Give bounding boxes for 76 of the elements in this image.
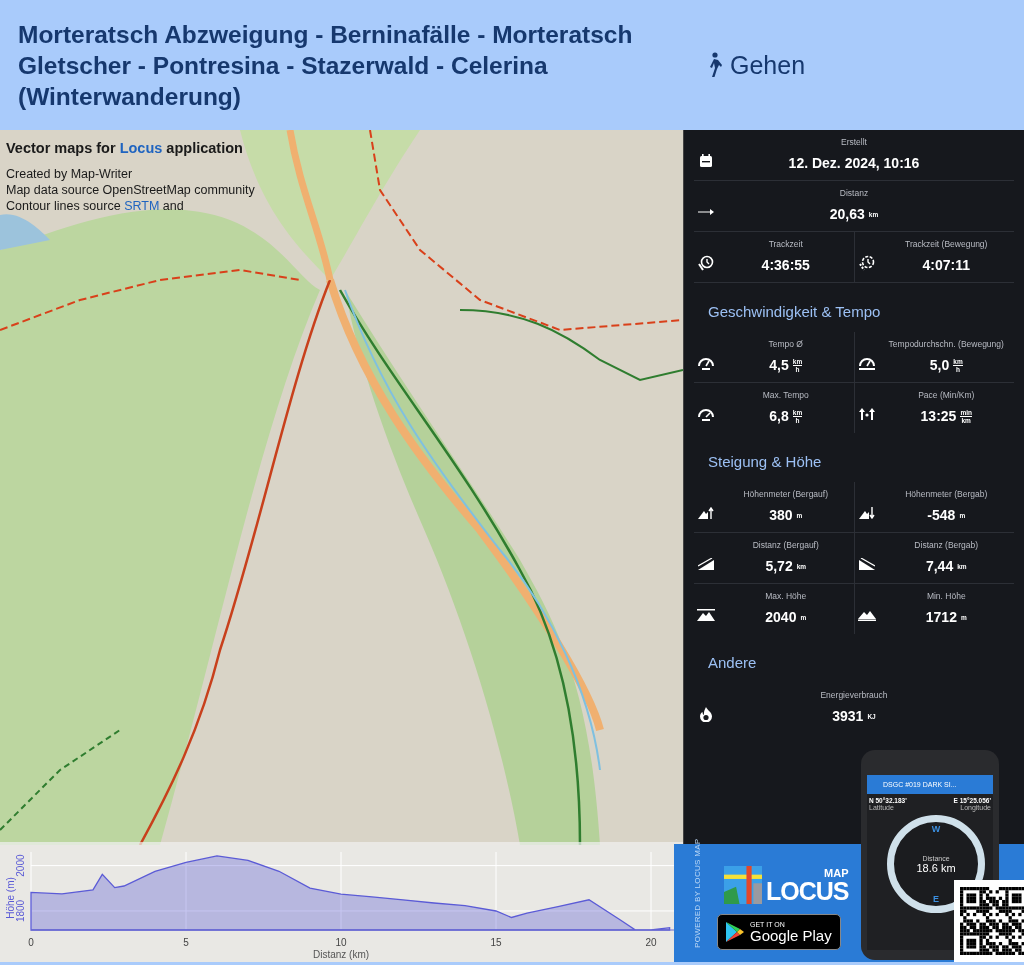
map-attribution-line: Map data source OpenStreetMap community: [6, 182, 255, 198]
stat-value: -548: [927, 507, 956, 523]
logo-wordmark: LOCUS: [766, 879, 849, 904]
x-axis-title: Distanz (km): [312, 949, 370, 960]
stat-label: Erstellt: [841, 137, 867, 147]
stat-label: Distanz (Bergauf): [752, 540, 819, 550]
stat-label: Höhenmeter (Bergauf): [743, 489, 829, 499]
section-heading: Geschwindigkeit & Tempo: [707, 302, 882, 322]
stat-label: Trackzeit (Bewegung): [905, 239, 988, 249]
track-title: Morteratsch Abzweigung - Berninafälle - Morteratsch Gletscher - Pontresina - Stazerwald - Celerina (Winterwanderung): [18, 19, 634, 112]
stat-label: Höhenmeter (Bergab): [905, 489, 988, 499]
store-badge-name: Google Play: [750, 928, 832, 943]
activity-type: Gehen: [730, 50, 806, 80]
y-tick-label: 1800: [15, 899, 26, 923]
map-attribution-heading: Vector maps for Locus application: [6, 140, 244, 156]
stat-label: Distanz: [839, 188, 869, 198]
stat-label: Min. Höhe: [926, 591, 966, 601]
stat-value: 2040: [765, 609, 797, 625]
mountain-up-arrow-icon: [698, 507, 714, 519]
stat-value: 13:25: [920, 408, 957, 424]
stat-label: Distanz (Bergab): [914, 540, 979, 550]
stat-label: Max. Tempo: [762, 390, 809, 400]
map-puzzle-logo-icon: [724, 866, 762, 904]
section-heading: Andere: [707, 653, 758, 673]
speedometer-icon: [697, 407, 715, 421]
compass-letter: W: [931, 824, 941, 834]
stat-value: 20,63: [829, 206, 865, 222]
mountain-base-line-icon: [857, 609, 876, 621]
stat-label: Max. Höhe: [765, 591, 807, 601]
stat-value: 6,8: [769, 408, 789, 424]
slope-up-icon: [698, 558, 714, 570]
speedometer-icon: [697, 356, 715, 370]
mountain-top-line-icon: [697, 609, 715, 621]
x-tick-label: 0: [28, 937, 34, 948]
map-attribution-line: Contour lines source SRTM and: [6, 198, 185, 214]
stat-value: 4:07:11: [922, 257, 970, 273]
stat-label: Energieverbrauch: [820, 690, 888, 700]
stat-value: 4:36:55: [761, 257, 810, 273]
stat-value: 7,44: [925, 558, 954, 574]
speedometer-icon: [857, 356, 876, 370]
slope-down-icon: [858, 558, 875, 570]
compass-letter: E: [933, 894, 939, 904]
stat-label: Tempodurchschn. (Bewegung): [888, 339, 1004, 349]
stat-value: 380: [769, 507, 793, 523]
x-tick-label: 20: [645, 937, 657, 948]
distance-value: 18.6 km: [916, 861, 956, 874]
arrow-right-icon: [698, 209, 714, 215]
attribution-link[interactable]: SRTM: [124, 199, 160, 213]
powered-by-text: POWERED BY LOCUS MAP: [693, 838, 702, 948]
play-triangle-icon: [726, 922, 744, 942]
stat-label: Trackzeit: [768, 239, 803, 249]
stat-value: 5,72: [765, 558, 793, 574]
x-tick-label: 5: [183, 937, 189, 948]
stat-value: 5,0: [929, 357, 950, 373]
stopwatch-icon: [698, 255, 714, 271]
qr-code-icon: [960, 887, 1024, 955]
attribution-link[interactable]: Locus: [119, 140, 163, 156]
stat-value: 1712: [925, 609, 957, 625]
arrows-up-icon: [858, 408, 875, 420]
stat-value: 4,5: [769, 357, 789, 373]
x-tick-label: 10: [335, 937, 347, 948]
y-tick-label: 2000: [15, 854, 26, 877]
stat-value: 3931: [832, 708, 864, 724]
stopwatch-icon: [858, 255, 875, 271]
logo-subtitle: MAP: [824, 868, 849, 879]
flame-icon: [700, 706, 712, 722]
section-heading: Steigung & Höhe: [707, 452, 823, 472]
y-axis-title: Höhe (m): [5, 877, 16, 919]
mountain-down-arrow-icon: [858, 507, 875, 519]
topographic-map-drawing[interactable]: [0, 130, 683, 845]
stat-value: 12. Dez. 2024, 10:16: [788, 155, 920, 171]
stat-label: Tempo Ø: [768, 339, 803, 349]
calendar-icon: [699, 154, 713, 168]
stat-label: Pace (Min/Km): [918, 390, 975, 400]
x-tick-label: 15: [490, 937, 502, 948]
map-attribution-line: Created by Map-Writer: [6, 166, 134, 182]
